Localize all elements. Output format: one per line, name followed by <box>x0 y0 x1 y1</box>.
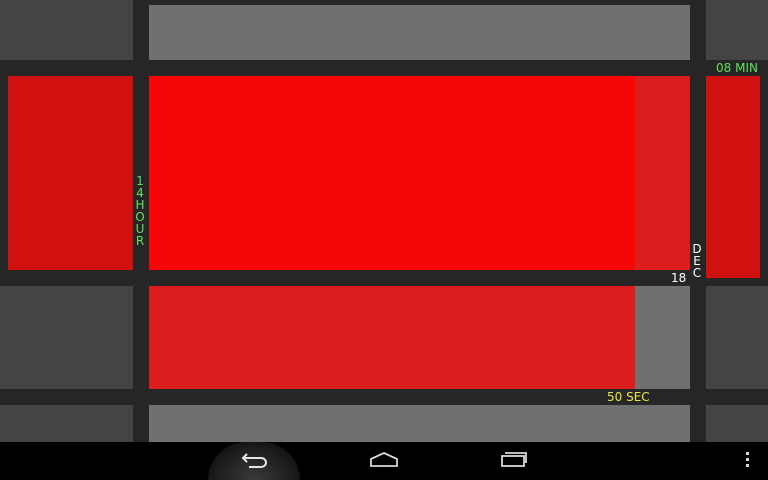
recent-apps-button[interactable] <box>490 442 538 480</box>
overflow-menu-button[interactable] <box>736 442 760 480</box>
clock-screen: 08 MIN 14 HOUR 18 DEC 50 SEC <box>0 0 768 442</box>
second-label: 50 SEC <box>607 390 650 404</box>
system-navigation-bar <box>0 442 768 480</box>
home-icon <box>369 451 399 471</box>
back-icon <box>241 450 269 472</box>
top-center-tile <box>149 5 690 60</box>
top-left-tile <box>0 0 133 60</box>
minute-label: 08 MIN <box>716 61 758 75</box>
hour-tile <box>8 76 133 270</box>
overflow-menu-icon <box>746 451 750 471</box>
month-label: DEC <box>692 242 702 280</box>
recent-apps-icon <box>500 451 528 471</box>
bottom-row-left-tile <box>0 405 133 442</box>
bottom-row-right-tile <box>706 405 768 442</box>
back-button[interactable] <box>230 442 280 480</box>
bottom-row-center-tile <box>149 405 690 442</box>
day-progress-fill <box>149 76 635 270</box>
top-right-tile <box>706 0 768 60</box>
bottom-left-tile <box>0 286 133 389</box>
home-button[interactable] <box>360 442 408 480</box>
bottom-right-tile <box>706 286 768 389</box>
day-label: 18 <box>671 271 687 285</box>
second-progress-fill <box>149 286 635 389</box>
hour-label: 14 HOUR <box>135 174 145 248</box>
minute-tile <box>706 76 760 278</box>
